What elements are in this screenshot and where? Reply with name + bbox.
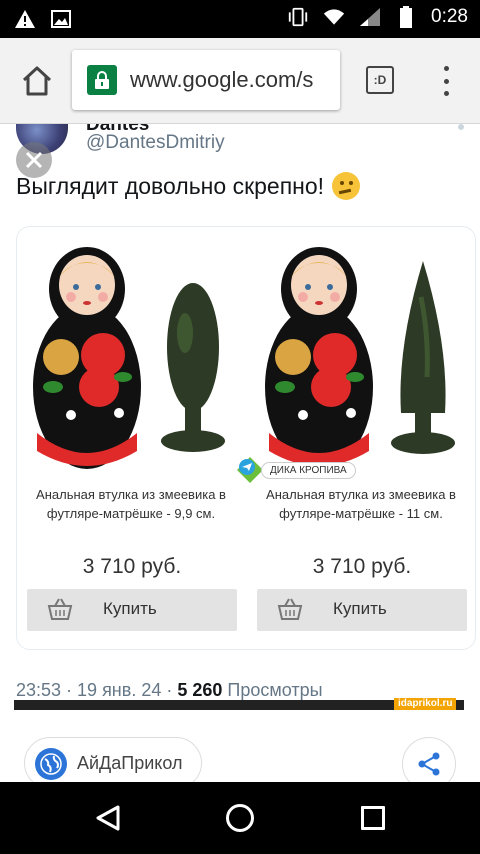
system-nav-bar	[0, 782, 480, 854]
wifi-icon	[323, 6, 345, 28]
url-text: www.google.com/s	[130, 67, 314, 92]
views-count: 5 260	[177, 680, 223, 700]
browser-toolbar: www.google.com/s :D	[0, 38, 480, 124]
more-vert-icon[interactable]	[436, 66, 456, 96]
signal-icon	[359, 6, 381, 28]
buy-button-label: Купить	[333, 599, 387, 618]
basket-icon	[47, 598, 73, 620]
vibrate-icon	[287, 6, 309, 28]
thinking-face-emoji	[332, 172, 361, 200]
tweet-image[interactable]: Анальная втулка из змеевика в футляре-ма…	[16, 226, 476, 650]
tweet-timestamp: 23:53 · 19 янв. 24 ·	[16, 680, 178, 700]
telegram-badge: ДИКА КРОПИВА	[235, 455, 356, 485]
warning-icon	[14, 8, 36, 30]
product-image	[265, 247, 455, 469]
tabs-icon[interactable]: :D	[366, 66, 394, 94]
user-handle[interactable]: @DantesDmitriy	[86, 132, 225, 154]
battery-icon	[395, 6, 417, 28]
globe-icon	[35, 748, 67, 780]
home-circle-icon[interactable]	[226, 804, 254, 832]
buy-button-label: Купить	[103, 599, 157, 618]
tweet-meta: 23:53 · 19 янв. 24 · 5 260 Просмотры	[16, 680, 323, 701]
buy-button[interactable]: Купить	[27, 589, 237, 631]
back-icon[interactable]	[94, 804, 122, 832]
footer-bar: АйДаПрикол	[0, 712, 480, 791]
source-site-name: АйДаПрикол	[77, 753, 183, 773]
tweet-text: Выглядит довольно скрепно!	[16, 172, 361, 200]
basket-icon	[277, 598, 303, 620]
product-image	[33, 247, 225, 469]
image-icon	[50, 8, 72, 30]
home-icon[interactable]	[20, 64, 54, 98]
status-bar: 0:28	[0, 0, 480, 38]
badge-text: ДИКА КРОПИВА	[261, 461, 356, 479]
buy-button[interactable]: Купить	[257, 589, 467, 631]
product-card: Анальная втулка из змеевика в футляре-ма…	[17, 227, 247, 649]
url-bar[interactable]: www.google.com/s	[72, 50, 340, 110]
clock-time: 0:28	[431, 6, 468, 27]
product-price: 3 710 руб.	[312, 555, 412, 578]
lock-icon	[87, 65, 117, 95]
watermark: idaprikol.ru	[394, 698, 457, 710]
tweet-text-content: Выглядит довольно скрепно!	[16, 172, 325, 199]
recent-apps-icon[interactable]	[361, 806, 385, 830]
product-description: Анальная втулка из змеевика в футляре-ма…	[36, 487, 226, 521]
more-options-icon[interactable]	[458, 124, 464, 130]
views-label: Просмотры	[222, 680, 323, 700]
product-description: Анальная втулка из змеевика в футляре-ма…	[266, 487, 456, 521]
product-card: Анальная втулка из змеевика в футляре-ма…	[247, 227, 475, 649]
product-price: 3 710 руб.	[82, 555, 182, 578]
tweet: Dantes @DantesDmitriy Выглядит довольно …	[0, 124, 480, 710]
